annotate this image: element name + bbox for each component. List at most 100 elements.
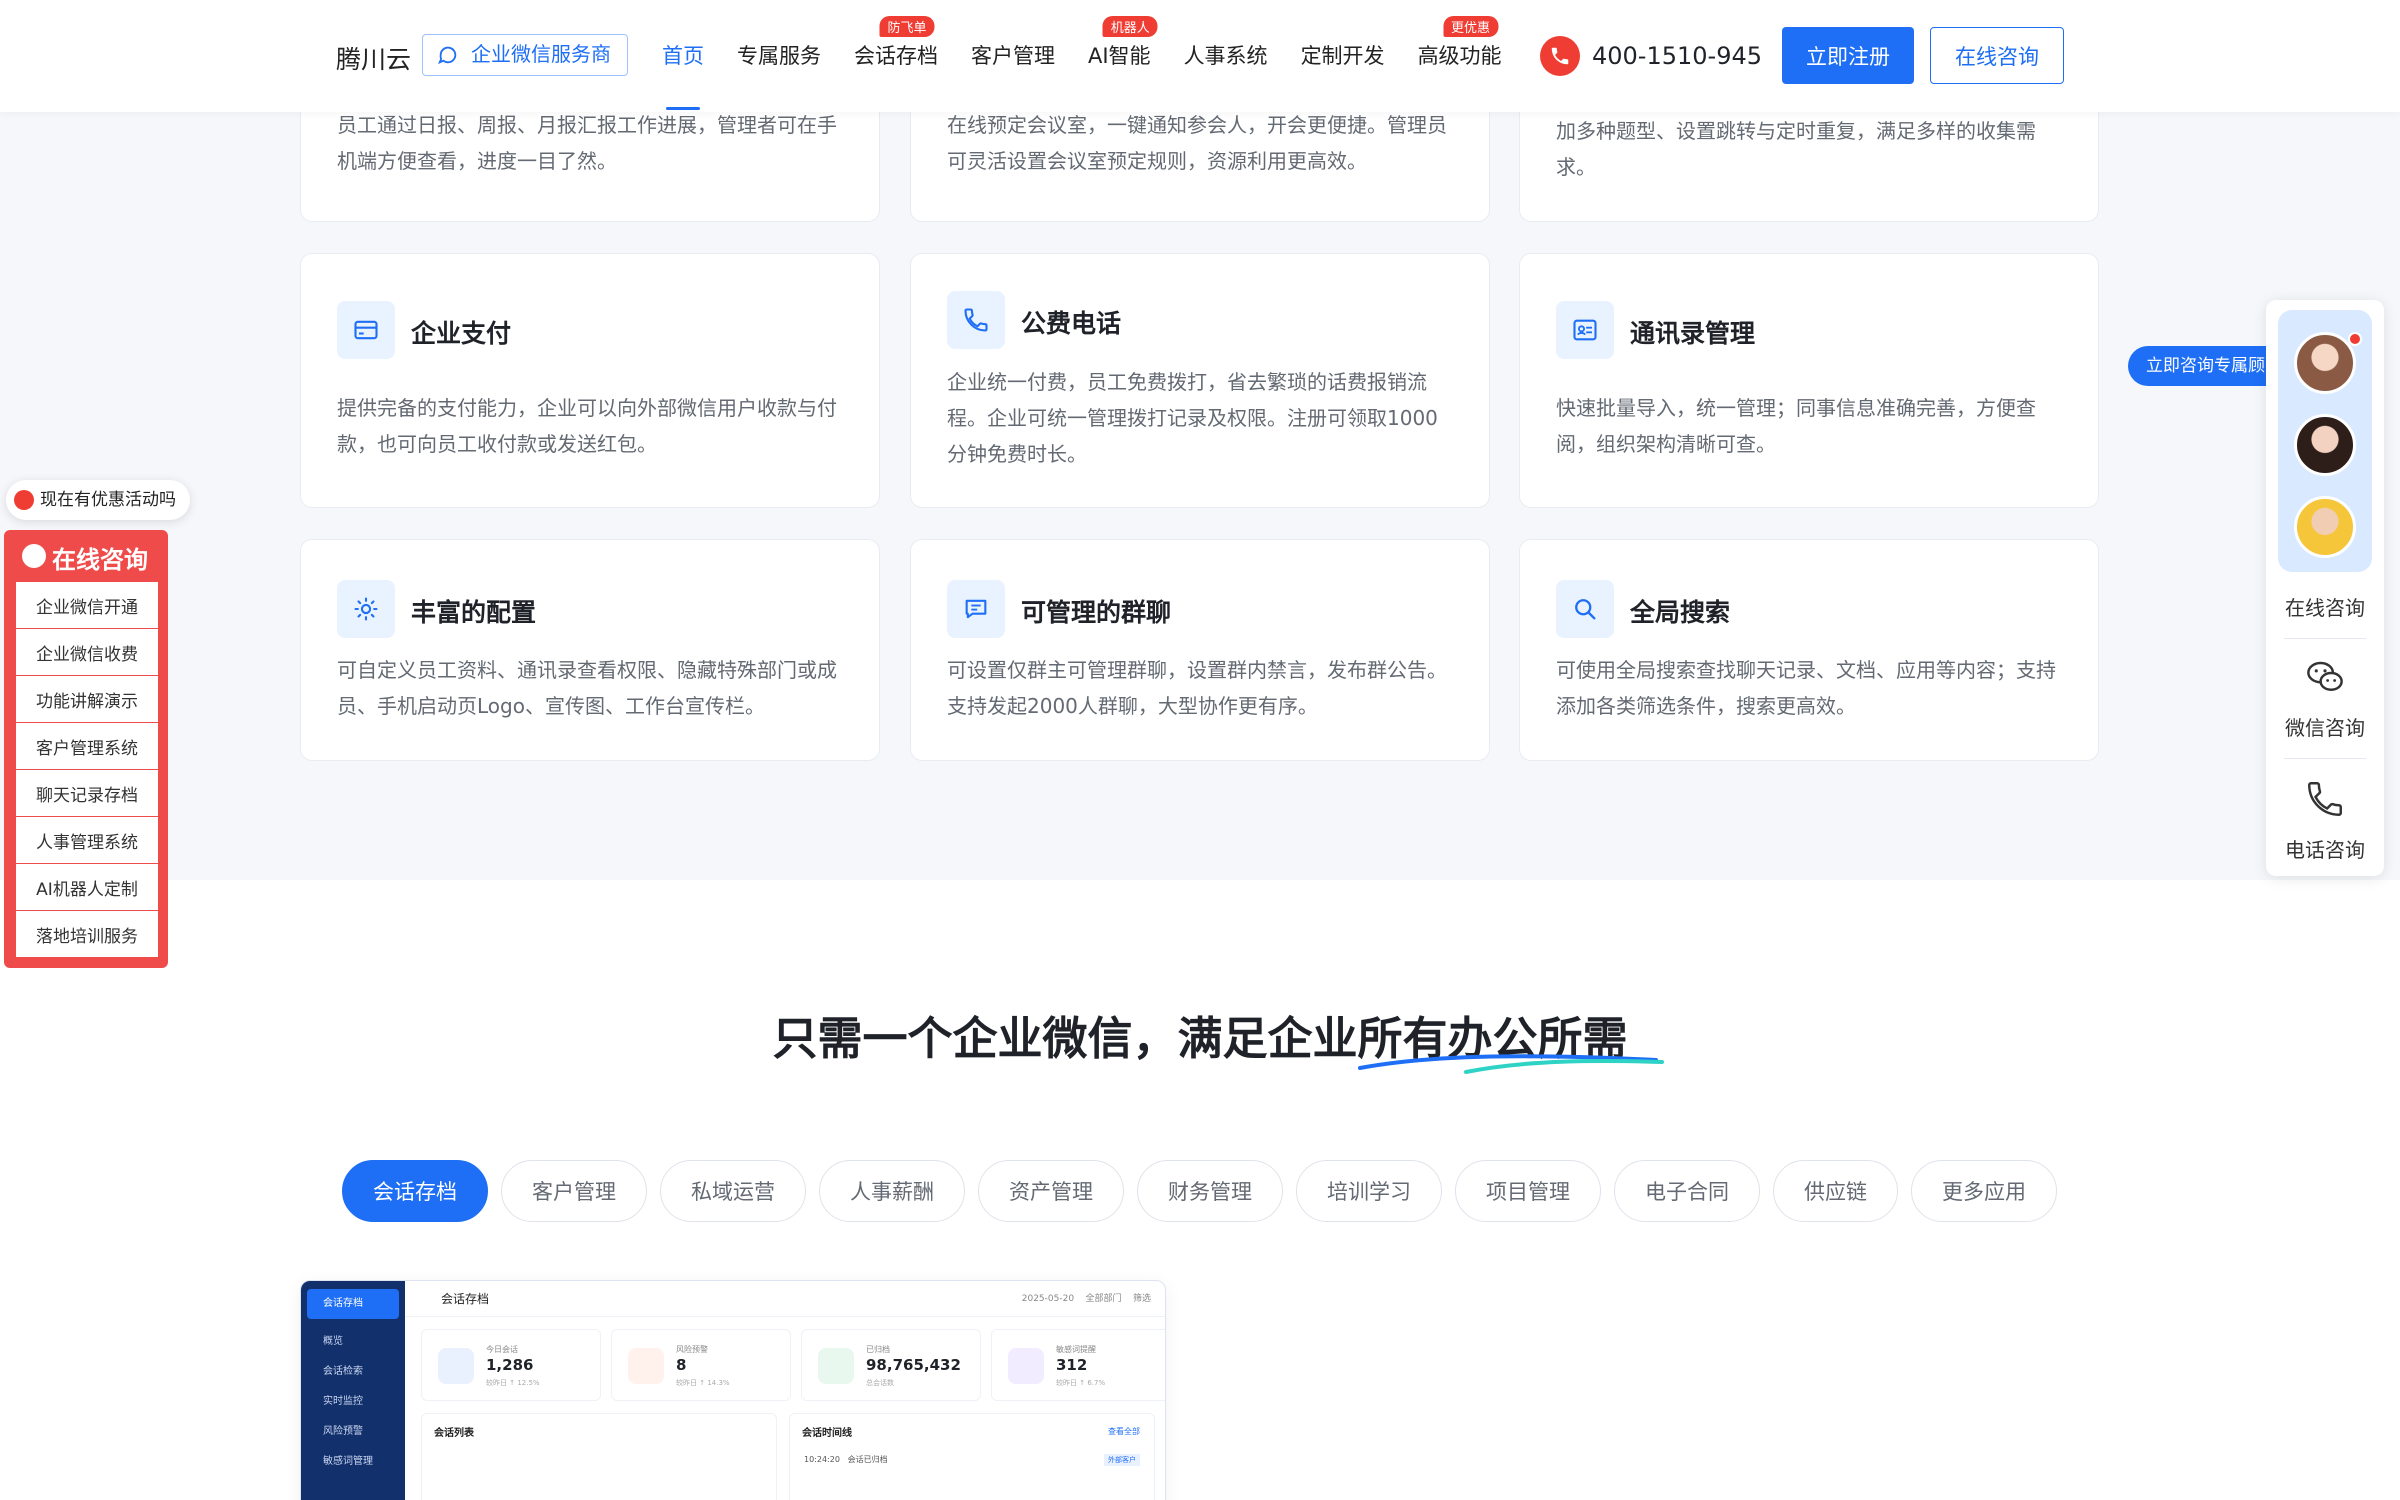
- feature-card-groupchat[interactable]: 可管理的群聊 可设置仅群主可管理群聊，设置群内禁言，发布群公告。支持发起2000…: [910, 539, 1490, 761]
- preview-filter: 筛选: [1132, 1294, 1151, 1304]
- card-desc: 提供完备的支付能力，企业可以向外部微信用户收款与付款，也可向员工收付款或发送红包…: [337, 396, 837, 456]
- feature-card-search[interactable]: 全局搜索 可使用全局搜索查找聊天记录、文档、应用等内容；支持添加各类筛选条件，搜…: [1519, 539, 2099, 761]
- card-desc: 快速批量导入，统一管理；同事信息准确完善，方便查阅，组织架构清晰可查。: [1556, 396, 2036, 456]
- preview-side-item: 概览: [323, 1336, 343, 1347]
- preview-dept: 全部部门: [1085, 1294, 1122, 1304]
- stat-icon: [1008, 1348, 1044, 1384]
- preview-sidebar: 会话存档 概览 会话检索 实时监控 风险预警 敏感词管理: [301, 1281, 405, 1500]
- nav-label: 会话存档: [854, 44, 938, 68]
- register-button[interactable]: 立即注册: [1782, 27, 1914, 84]
- advisor-avatars[interactable]: [2278, 310, 2372, 572]
- tab-archive[interactable]: 会话存档: [342, 1160, 488, 1222]
- preview-date: 2025-05-20: [1021, 1294, 1075, 1304]
- phone-icon: [964, 308, 988, 332]
- card-desc: 在线预定会议室，一键通知参会人，开会更便捷。管理员可灵活设置会议室预定规则，资源…: [947, 113, 1447, 173]
- stat-icon: [438, 1348, 474, 1384]
- nav-item-advanced[interactable]: 更优惠 高级功能: [1417, 16, 1502, 70]
- nav-label: 客户管理: [971, 44, 1055, 68]
- left-item[interactable]: 功能讲解演示: [16, 676, 158, 722]
- right-consult-panel: 在线咨询 微信咨询 电话咨询: [2266, 300, 2384, 876]
- partner-badge[interactable]: 企业微信服务商: [422, 34, 628, 76]
- promo-bubble[interactable]: 现在有优惠活动吗: [6, 480, 190, 520]
- dashboard-preview: 会话存档 概览 会话检索 实时监控 风险预警 敏感词管理 会话存档 2025-0…: [300, 1280, 1166, 1500]
- phone-consult-label[interactable]: 电话咨询: [2266, 834, 2384, 863]
- nav-item-crm[interactable]: 客户管理: [971, 40, 1055, 70]
- left-item[interactable]: 企业微信开通: [16, 582, 158, 628]
- card-title: 全局搜索: [1630, 598, 1731, 627]
- card-icon: [337, 580, 395, 638]
- app-tabs: 会话存档 客户管理 私域运营 人事薪酬 资产管理 财务管理 培训学习 项目管理 …: [342, 1160, 2070, 1222]
- card-title: 丰富的配置: [411, 598, 537, 627]
- nav-label: 高级功能: [1417, 44, 1502, 68]
- tab-project[interactable]: 项目管理: [1455, 1160, 1601, 1222]
- tab-supply-chain[interactable]: 供应链: [1773, 1160, 1898, 1222]
- settings-sun-icon: [354, 597, 378, 621]
- stat-icon: [628, 1348, 664, 1384]
- left-item[interactable]: 人事管理系统: [16, 817, 158, 863]
- card-icon: [947, 580, 1005, 638]
- feature-card-config[interactable]: 丰富的配置 可自定义员工资料、通讯录查看权限、隐藏特殊部门或成员、手机启动页Lo…: [300, 539, 880, 761]
- nav-item-archive[interactable]: 防飞单 会话存档: [854, 16, 938, 70]
- online-consult-label[interactable]: 在线咨询: [2266, 592, 2384, 621]
- nav-item-ai[interactable]: 机器人 AI智能: [1088, 16, 1158, 70]
- chat-icon: [14, 490, 34, 510]
- panel-title: 会话列表: [434, 1428, 474, 1439]
- card-desc: 可使用全局搜索查找聊天记录、文档、应用等内容；支持添加各类筛选条件，搜索更高效。: [1556, 658, 2056, 718]
- nav-label: 定制开发: [1300, 44, 1385, 68]
- preview-side-item: 风险预警: [323, 1426, 363, 1437]
- nav-item-custom[interactable]: 定制开发: [1301, 40, 1385, 70]
- preview-side-item: 实时监控: [323, 1396, 363, 1407]
- feature-card-phone[interactable]: 公费电话 企业统一付费，员工免费拨打，省去繁琐的话费报销流程。企业可统一管理拨打…: [910, 253, 1490, 508]
- stat-sub: 较昨日 ↑ 6.7%: [1056, 1379, 1106, 1387]
- feature-card-payment[interactable]: 企业支付 提供完备的支付能力，企业可以向外部微信用户收款与付款，也可向员工收付款…: [300, 253, 880, 508]
- tab-contract[interactable]: 电子合同: [1614, 1160, 1760, 1222]
- nav-item-home[interactable]: 首页: [662, 40, 704, 110]
- main-nav: 首页 专属服务 防飞单 会话存档 客户管理 机器人 AI智能 人事系统 定制开发 更…: [662, 16, 1535, 110]
- tab-hr-salary[interactable]: 人事薪酬: [819, 1160, 965, 1222]
- left-item[interactable]: 聊天记录存档: [16, 770, 158, 816]
- stat-sub: 总会话数: [866, 1379, 894, 1387]
- tab-finance[interactable]: 财务管理: [1137, 1160, 1283, 1222]
- tab-training[interactable]: 培训学习: [1296, 1160, 1442, 1222]
- nav-item-hr[interactable]: 人事系统: [1184, 40, 1268, 70]
- card-icon: [337, 301, 395, 359]
- card-title: 通讯录管理: [1630, 319, 1756, 348]
- preview-list-panel: 会话列表: [421, 1413, 777, 1500]
- left-panel-title[interactable]: 在线咨询: [22, 540, 148, 575]
- site-logo[interactable]: 腾川云: [336, 40, 411, 76]
- partner-label: 企业微信服务商: [471, 42, 611, 66]
- left-item[interactable]: 落地培训服务: [16, 911, 158, 957]
- tab-private-domain[interactable]: 私域运营: [660, 1160, 806, 1222]
- title-underline-decoration: [1358, 1054, 1664, 1074]
- tab-crm[interactable]: 客户管理: [501, 1160, 647, 1222]
- left-item[interactable]: 企业微信收费: [16, 629, 158, 675]
- chat-bubble-icon: [22, 544, 46, 568]
- consult-button[interactable]: 在线咨询: [1930, 27, 2064, 84]
- hotline[interactable]: 400-1510-945: [1540, 36, 1762, 76]
- feature-card-contacts[interactable]: 通讯录管理 快速批量导入，统一管理；同事信息准确完善，方便查阅，组织架构清晰可查…: [1519, 253, 2099, 508]
- card-icon: [1556, 301, 1614, 359]
- card-icon: [947, 291, 1005, 349]
- wechat-consult-label[interactable]: 微信咨询: [2266, 712, 2384, 741]
- stat-label: 已归档: [866, 1345, 890, 1354]
- phone-icon[interactable]: [2304, 778, 2346, 820]
- credit-card-icon: [354, 320, 378, 340]
- card-desc: 员工通过日报、周报、月报汇报工作进展，管理者可在手机端方便查看，进度一目了然。: [337, 113, 837, 173]
- stat-value: 8: [676, 1356, 687, 1374]
- search-icon: [1575, 599, 1596, 620]
- preview-stat: 敏感词提醒 312 较昨日 ↑ 6.7%: [991, 1329, 1165, 1401]
- phone-number: 400-1510-945: [1592, 42, 1763, 70]
- left-item[interactable]: AI机器人定制: [16, 864, 158, 910]
- nav-label: AI智能: [1088, 44, 1151, 68]
- card-desc: 企业统一付费，员工免费拨打，省去繁琐的话费报销流程。企业可统一管理拨打记录及权限…: [947, 370, 1438, 466]
- left-item[interactable]: 客户管理系统: [16, 723, 158, 769]
- nav-item-service[interactable]: 专属服务: [737, 40, 821, 70]
- timeline-row: 10:24:20 会话已归档: [804, 1454, 888, 1465]
- stat-sub: 较昨日 ↑ 12.5%: [486, 1379, 540, 1387]
- preview-header: 会话存档 2025-05-20 全部部门 筛选: [405, 1281, 1165, 1317]
- stat-value: 98,765,432: [866, 1356, 961, 1374]
- wechat-icon[interactable]: [2304, 656, 2346, 698]
- tab-assets[interactable]: 资产管理: [978, 1160, 1124, 1222]
- stat-value: 312: [1056, 1356, 1088, 1374]
- tab-more-apps[interactable]: 更多应用: [1911, 1160, 2057, 1222]
